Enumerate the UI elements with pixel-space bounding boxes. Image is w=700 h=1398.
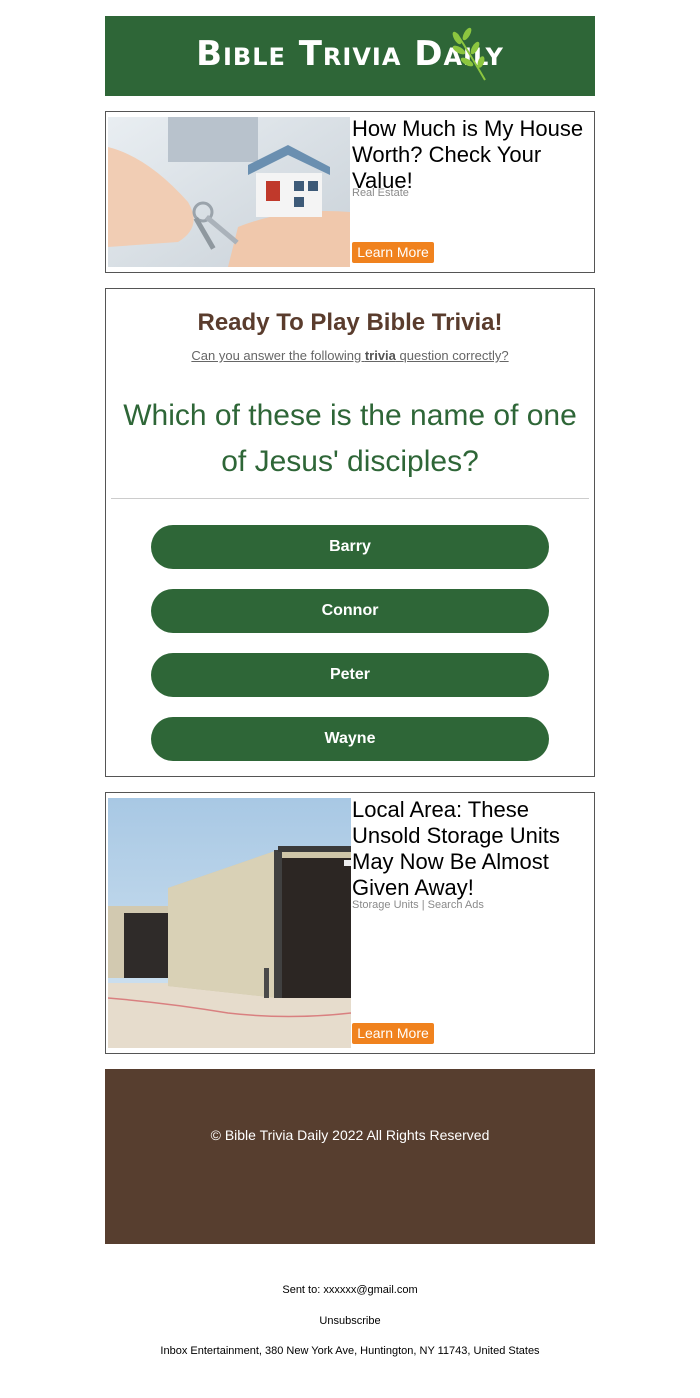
answer-button-connor[interactable]: Connor [151,589,549,633]
logo-text: Bible Trivia Daily [196,34,504,74]
ad-category: Storage Units | Search Ads [352,899,484,911]
learn-more-button[interactable]: Learn More [352,242,434,263]
footer-banner: © Bible Trivia Daily 2022 All Rights Res… [105,1069,595,1244]
ad-title[interactable]: How Much is My House Worth? Check Your V… [352,116,586,194]
divider [111,498,589,499]
sent-to-text: Sent to: xxxxxx@gmail.com [282,1284,418,1296]
trivia-heading: Ready To Play Bible Trivia! [197,309,503,336]
company-address: Inbox Entertainment, 380 New York Ave, H… [160,1345,540,1357]
subtitle-post: question correctly? [395,348,509,363]
trivia-card: Ready To Play Bible Trivia! Can you answ… [105,288,595,777]
learn-more-button[interactable]: Learn More [352,1023,434,1044]
ad-category: Real Estate [352,187,409,199]
answer-button-wayne[interactable]: Wayne [151,717,549,761]
unsubscribe-link[interactable]: Unsubscribe [0,1315,700,1327]
trivia-subtitle-link[interactable]: Can you answer the following trivia ques… [106,348,594,363]
ad-title[interactable]: Local Area: These Unsold Storage Units M… [352,797,586,901]
storage-units-image[interactable] [108,798,351,1048]
answer-button-barry[interactable]: Barry [151,525,549,569]
copyright-text: © Bible Trivia Daily 2022 All Rights Res… [210,1127,490,1143]
subtitle-bold: trivia [364,348,396,363]
subtitle-pre: Can you answer the following [191,348,365,363]
ad-card-storage-units[interactable]: Local Area: These Unsold Storage Units M… [105,792,595,1054]
answer-button-peter[interactable]: Peter [151,653,549,697]
house-keys-image[interactable] [108,117,350,267]
ad-card-real-estate[interactable]: How Much is My House Worth? Check Your V… [105,111,595,273]
trivia-question: Which of these is the name of one of Jes… [123,399,577,478]
header-banner: Bible Trivia Daily [105,16,595,96]
olive-branch-icon [452,27,486,81]
